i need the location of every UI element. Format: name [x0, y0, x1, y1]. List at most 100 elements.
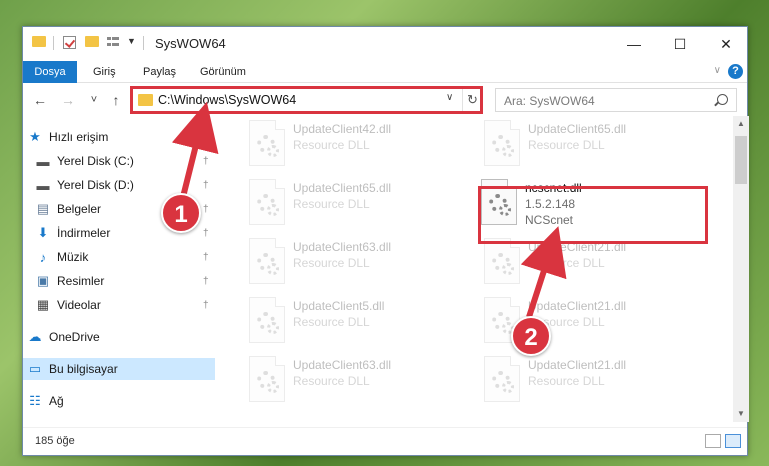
- documents-icon: ▤: [36, 201, 50, 216]
- pin-icon[interactable]: †: [203, 276, 209, 287]
- folder-icon: [32, 36, 46, 47]
- details-view-button[interactable]: [705, 434, 721, 448]
- dll-file-icon: [484, 356, 520, 402]
- item-count: 185 öğe: [35, 435, 75, 447]
- status-bar: 185 öğe: [23, 427, 747, 455]
- up-button[interactable]: ↑: [107, 90, 125, 110]
- dll-file-icon: [249, 238, 285, 284]
- file-item[interactable]: UpdateClient21.dll Resource DLL: [484, 238, 714, 292]
- file-item[interactable]: UpdateClient21.dll Resource DLL: [484, 356, 714, 410]
- search-input[interactable]: Ara: SysWOW64: [495, 88, 737, 112]
- gear-icon: [267, 145, 279, 157]
- sidebar-item-label: Yerel Disk (D:): [57, 178, 134, 192]
- chevron-down-icon[interactable]: ▼: [127, 36, 136, 46]
- recent-locations-button[interactable]: ˅: [85, 90, 103, 110]
- separator: [53, 36, 54, 50]
- gear-icon: [267, 322, 279, 334]
- gear-icon: [502, 381, 514, 393]
- tab-view[interactable]: Görünüm: [200, 61, 246, 83]
- minimize-button[interactable]: —: [611, 27, 657, 61]
- file-name: UpdateClient21.dll: [528, 358, 627, 372]
- file-name: UpdateClient21.dll: [528, 299, 627, 313]
- star-icon: ★: [29, 129, 41, 144]
- pin-icon[interactable]: †: [203, 180, 209, 191]
- help-button[interactable]: ?: [728, 64, 743, 79]
- sidebar-item[interactable]: ▭ Bu bilgisayar: [23, 358, 215, 380]
- file-description: Resource DLL: [293, 374, 370, 388]
- title-bar: ▼ SysWOW64 — ☐ ✕: [23, 27, 747, 61]
- downloads-icon: ⬇: [37, 225, 49, 240]
- pin-icon[interactable]: †: [203, 156, 209, 167]
- tab-share[interactable]: Paylaş: [143, 61, 176, 83]
- pin-icon[interactable]: †: [203, 300, 209, 311]
- search-icon[interactable]: [717, 94, 728, 105]
- dll-file-icon: [484, 238, 520, 284]
- pin-icon[interactable]: †: [203, 252, 209, 263]
- cloud-icon: ☁: [28, 329, 42, 344]
- sidebar-item[interactable]: ▣ Resimler †: [23, 270, 215, 292]
- address-highlight-box: [130, 86, 483, 114]
- network-icon: ☷: [29, 393, 41, 408]
- maximize-button[interactable]: ☐: [657, 27, 703, 61]
- new-folder-icon[interactable]: [85, 36, 99, 47]
- scrollbar-thumb[interactable]: [735, 136, 747, 184]
- sidebar-item-label: Bu bilgisayar: [49, 362, 118, 376]
- file-name: UpdateClient5.dll: [293, 299, 385, 313]
- videos-icon: ▦: [36, 297, 50, 312]
- dll-file-icon: [249, 120, 285, 166]
- file-highlight-box: [478, 186, 708, 244]
- music-icon: ♪: [39, 249, 47, 265]
- sidebar-item-label: Videolar: [57, 298, 101, 312]
- gear-icon: [267, 204, 279, 216]
- sidebar-item[interactable]: ▬ Yerel Disk (C:) †: [23, 150, 215, 172]
- sidebar-item[interactable]: ♪ Müzik †: [23, 246, 215, 268]
- computer-icon: ▭: [28, 361, 42, 376]
- sidebar-item[interactable]: ☷ Ağ: [23, 390, 215, 412]
- sidebar-item-label: Yerel Disk (C:): [57, 154, 134, 168]
- close-button[interactable]: ✕: [703, 27, 749, 61]
- file-name: UpdateClient63.dll: [293, 358, 392, 372]
- tiles-view-button[interactable]: [725, 434, 741, 448]
- properties-icon[interactable]: [63, 36, 76, 49]
- expand-ribbon-icon[interactable]: ∨: [714, 65, 721, 76]
- file-description: Resource DLL: [528, 138, 605, 152]
- file-item[interactable]: UpdateClient63.dll Resource DLL: [249, 238, 479, 292]
- file-name: UpdateClient65.dll: [528, 122, 627, 136]
- file-name: UpdateClient63.dll: [293, 240, 392, 254]
- file-item[interactable]: UpdateClient63.dll Resource DLL: [249, 356, 479, 410]
- scroll-down-icon[interactable]: ▼: [733, 406, 749, 422]
- sidebar-item[interactable]: ▦ Videolar †: [23, 294, 215, 316]
- file-description: Resource DLL: [293, 197, 370, 211]
- ribbon-tabs: Dosya Giriş Paylaş Görünüm ∨ ?: [23, 61, 747, 83]
- separator: [143, 36, 144, 50]
- vertical-scrollbar[interactable]: ▲ ▼: [733, 116, 749, 422]
- scroll-up-icon[interactable]: ▲: [733, 116, 749, 132]
- back-button[interactable]: ←: [31, 90, 49, 110]
- sidebar-item-label: Müzik: [57, 250, 89, 264]
- step-badge-1: 1: [161, 193, 201, 233]
- pin-icon[interactable]: †: [203, 228, 209, 239]
- sidebar-item-label: Ağ: [49, 394, 64, 408]
- sidebar-item[interactable]: ★ Hızlı erişim: [23, 126, 215, 148]
- sidebar-item[interactable]: ☁ OneDrive: [23, 326, 215, 348]
- forward-button[interactable]: →: [59, 90, 77, 110]
- dll-file-icon: [249, 179, 285, 225]
- gear-icon: [502, 263, 514, 275]
- pictures-icon: ▣: [36, 273, 50, 288]
- gear-icon: [502, 145, 514, 157]
- tab-file[interactable]: Dosya: [23, 61, 77, 83]
- file-item[interactable]: UpdateClient5.dll Resource DLL: [249, 297, 479, 351]
- gear-icon: [267, 381, 279, 393]
- file-item[interactable]: UpdateClient65.dll Resource DLL: [484, 120, 714, 174]
- drive-icon: ▬: [36, 177, 50, 193]
- file-item[interactable]: UpdateClient65.dll Resource DLL: [249, 179, 479, 233]
- gear-icon: [267, 263, 279, 275]
- pin-icon[interactable]: †: [203, 204, 209, 215]
- file-description: Resource DLL: [528, 374, 605, 388]
- file-item[interactable]: UpdateClient42.dll Resource DLL: [249, 120, 479, 174]
- tab-home[interactable]: Giriş: [93, 61, 116, 83]
- sidebar-item-label: İndirmeler: [57, 226, 111, 240]
- window-title: SysWOW64: [155, 36, 226, 51]
- customize-toolbar-icon[interactable]: [107, 36, 123, 48]
- file-name: UpdateClient42.dll: [293, 122, 392, 136]
